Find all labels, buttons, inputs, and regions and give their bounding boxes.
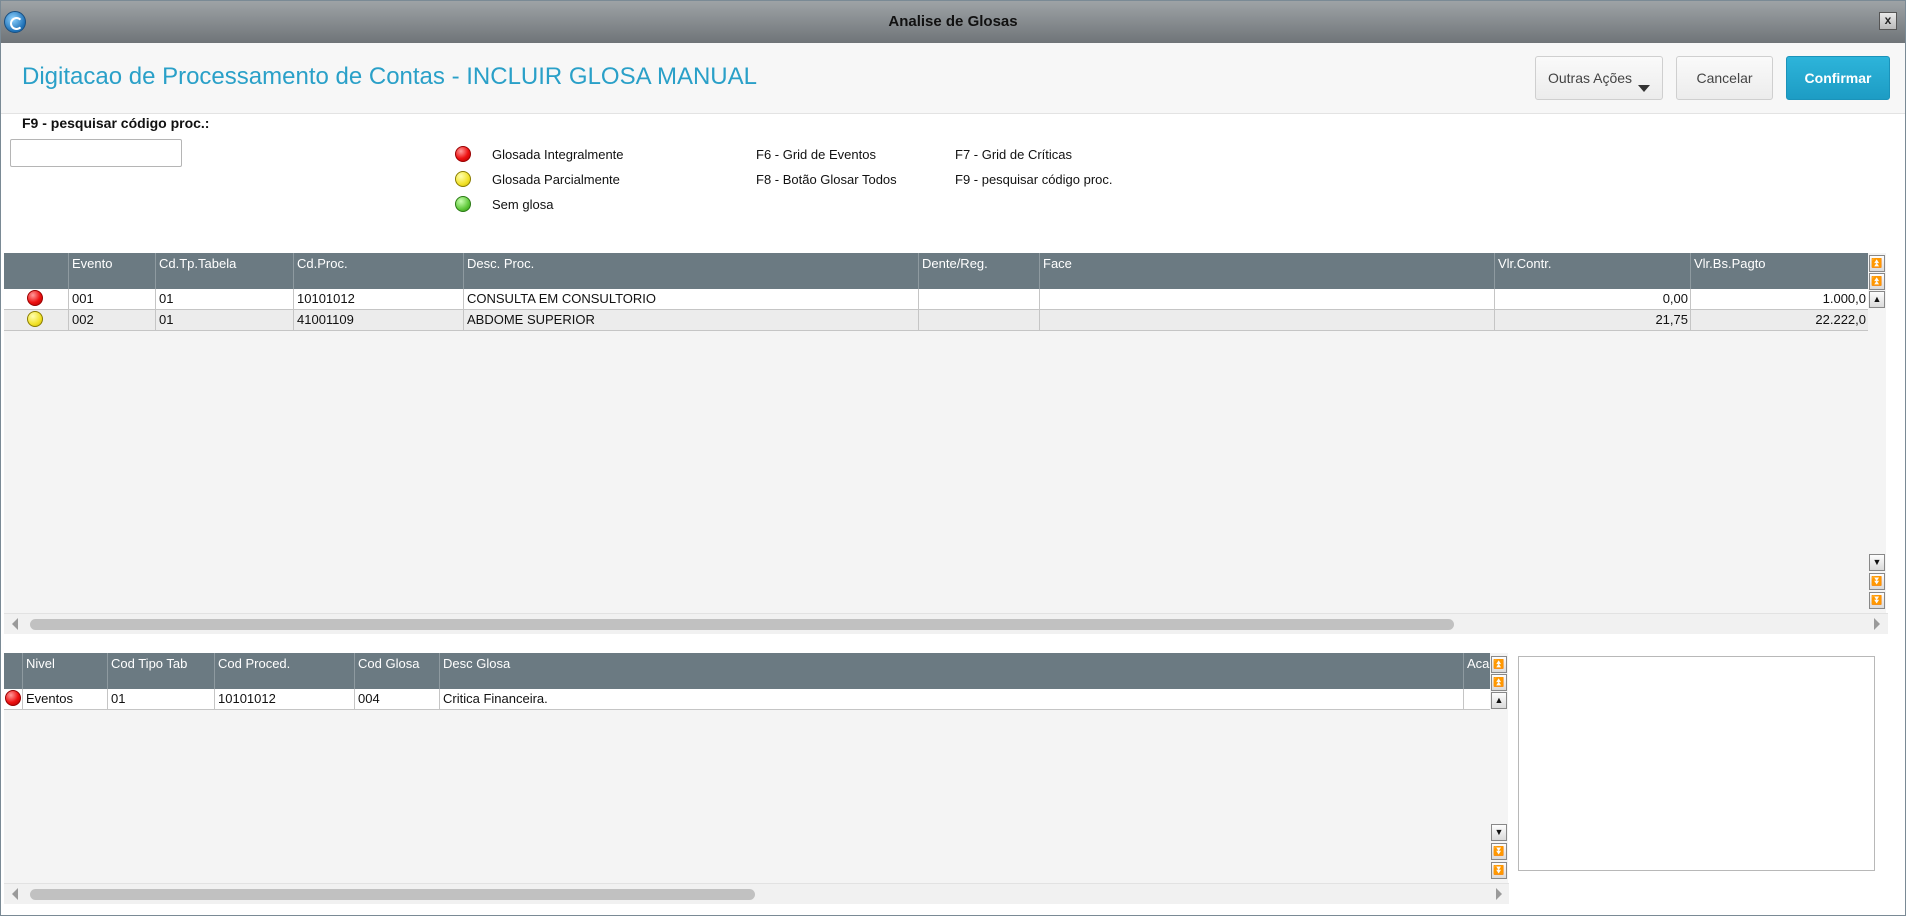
- cell-desc-proc: ABDOME SUPERIOR: [463, 310, 918, 330]
- events-grid[interactable]: Evento Cd.Tp.Tabela Cd.Proc. Desc. Proc.…: [4, 253, 1868, 613]
- scroll-right-icon[interactable]: [1874, 618, 1880, 630]
- search-label: F9 - pesquisar código proc.:: [22, 115, 210, 131]
- cell-cd-tp-tabela: 01: [155, 310, 293, 330]
- cell-dente-reg: [918, 289, 1039, 309]
- glosas-grid[interactable]: Nivel Cod Tipo Tab Cod Proced. Cod Glosa…: [4, 653, 1490, 883]
- scroll-thumb[interactable]: [30, 889, 755, 900]
- table-row[interactable]: Eventos 01 10101012 004 Critica Financei…: [4, 689, 1490, 710]
- scroll-last-icon[interactable]: ⏬: [1491, 862, 1507, 879]
- green-status-icon: [455, 196, 471, 212]
- cell-evento: 002: [68, 310, 155, 330]
- glosas-grid-header: Nivel Cod Tipo Tab Cod Proced. Cod Glosa…: [4, 653, 1490, 689]
- cell-vlr-contr: 21,75: [1494, 310, 1690, 330]
- col-desc-proc[interactable]: Desc. Proc.: [463, 253, 918, 289]
- page-header: Digitacao de Processamento de Contas - I…: [1, 43, 1905, 114]
- cell-vlr-bs-pagto: 1.000,0: [1690, 289, 1868, 309]
- yellow-status-icon: [27, 311, 43, 327]
- status-cell: [4, 310, 68, 330]
- col-dente-reg[interactable]: Dente/Reg.: [918, 253, 1039, 289]
- shortcut-f9: F9 - pesquisar código proc.: [955, 172, 1113, 187]
- cell-cod-proced: 10101012: [214, 689, 354, 709]
- outras-acoes-button[interactable]: Outras Ações: [1535, 56, 1663, 100]
- chevron-down-icon: [1638, 85, 1650, 92]
- cell-evento: 001: [68, 289, 155, 309]
- col-vlr-contr[interactable]: Vlr.Contr.: [1494, 253, 1690, 289]
- cell-cd-tp-tabela: 01: [155, 289, 293, 309]
- search-input[interactable]: [10, 139, 182, 167]
- title-bar: Analise de Glosas x: [1, 1, 1905, 43]
- red-status-icon: [27, 290, 43, 306]
- events-vertical-scrollbar[interactable]: ⏫ ⏫ ▲ ▼ ⏬ ⏬: [1868, 253, 1886, 613]
- outras-acoes-label: Outras Ações: [1547, 70, 1633, 86]
- scroll-up-icon[interactable]: ▲: [1869, 291, 1885, 308]
- scroll-down-icon[interactable]: ▼: [1869, 554, 1885, 571]
- glosa-detail-memo[interactable]: [1518, 656, 1875, 871]
- col-vlr-bs-pagto[interactable]: Vlr.Bs.Pagto: [1690, 253, 1868, 289]
- shortcut-f8: F8 - Botão Glosar Todos: [756, 172, 897, 187]
- cell-desc-proc: CONSULTA EM CONSULTORIO: [463, 289, 918, 309]
- scroll-page-down-icon[interactable]: ⏬: [1869, 573, 1885, 590]
- confirm-button[interactable]: Confirmar: [1786, 56, 1890, 100]
- scroll-last-icon[interactable]: ⏬: [1869, 592, 1885, 609]
- events-grid-header: Evento Cd.Tp.Tabela Cd.Proc. Desc. Proc.…: [4, 253, 1868, 289]
- yellow-status-icon: [455, 171, 471, 187]
- scroll-page-up-icon[interactable]: ⏫: [1869, 273, 1885, 290]
- col-acao[interactable]: Aca: [1463, 653, 1490, 689]
- col-cod-tipo-tab[interactable]: Cod Tipo Tab: [107, 653, 214, 689]
- col-desc-glosa[interactable]: Desc Glosa: [439, 653, 1463, 689]
- red-status-icon: [5, 690, 21, 706]
- cell-cd-proc: 41001109: [293, 310, 463, 330]
- table-row[interactable]: 001 01 10101012 CONSULTA EM CONSULTORIO …: [4, 289, 1868, 310]
- col-cd-proc[interactable]: Cd.Proc.: [293, 253, 463, 289]
- scroll-page-down-icon[interactable]: ⏬: [1491, 843, 1507, 860]
- col-status[interactable]: [4, 653, 22, 689]
- scroll-thumb[interactable]: [30, 619, 1454, 630]
- cell-dente-reg: [918, 310, 1039, 330]
- col-status[interactable]: [4, 253, 68, 289]
- cell-face: [1039, 310, 1494, 330]
- legend-glosada-parcialmente: Glosada Parcialmente: [492, 172, 620, 187]
- scroll-page-up-icon[interactable]: ⏫: [1491, 674, 1507, 691]
- events-horizontal-scrollbar[interactable]: [4, 613, 1888, 634]
- legend-glosada-integralmente: Glosada Integralmente: [492, 147, 624, 162]
- legend-sem-glosa: Sem glosa: [492, 197, 554, 212]
- col-evento[interactable]: Evento: [68, 253, 155, 289]
- red-status-icon: [455, 146, 471, 162]
- scroll-first-icon[interactable]: ⏫: [1869, 255, 1885, 272]
- cell-nivel: Eventos: [22, 689, 107, 709]
- col-face[interactable]: Face: [1039, 253, 1494, 289]
- cell-face: [1039, 289, 1494, 309]
- window-title: Analise de Glosas: [888, 13, 1018, 30]
- cell-acao: [1463, 689, 1490, 709]
- close-icon[interactable]: x: [1879, 12, 1897, 30]
- scroll-up-icon[interactable]: ▲: [1491, 692, 1507, 709]
- cell-cd-proc: 10101012: [293, 289, 463, 309]
- col-cod-proced[interactable]: Cod Proced.: [214, 653, 354, 689]
- page-title: Digitacao de Processamento de Contas - I…: [22, 63, 757, 90]
- scroll-left-icon[interactable]: [12, 888, 18, 900]
- cell-desc-glosa: Critica Financeira.: [439, 689, 1463, 709]
- col-cod-glosa[interactable]: Cod Glosa: [354, 653, 439, 689]
- status-cell: [4, 689, 22, 709]
- cell-vlr-bs-pagto: 22.222,0: [1690, 310, 1868, 330]
- col-nivel[interactable]: Nivel: [22, 653, 107, 689]
- cancel-button[interactable]: Cancelar: [1676, 56, 1773, 100]
- glosas-horizontal-scrollbar[interactable]: [4, 883, 1509, 904]
- scroll-left-icon[interactable]: [12, 618, 18, 630]
- shortcut-f7: F7 - Grid de Críticas: [955, 147, 1073, 162]
- cell-vlr-contr: 0,00: [1494, 289, 1690, 309]
- dialog-window: Analise de Glosas x Digitacao de Process…: [0, 0, 1906, 916]
- glosas-vertical-scrollbar[interactable]: ⏫ ⏫ ▲ ▼ ⏬ ⏬: [1490, 653, 1508, 883]
- shortcut-f6: F6 - Grid de Eventos: [756, 147, 876, 162]
- scroll-first-icon[interactable]: ⏫: [1491, 656, 1507, 673]
- cell-cod-glosa: 004: [354, 689, 439, 709]
- scroll-down-icon[interactable]: ▼: [1491, 824, 1507, 841]
- scroll-right-icon[interactable]: [1496, 888, 1502, 900]
- table-row[interactable]: 002 01 41001109 ABDOME SUPERIOR 21,75 22…: [4, 310, 1868, 331]
- status-cell: [4, 289, 68, 309]
- cell-cod-tipo-tab: 01: [107, 689, 214, 709]
- col-cd-tp-tabela[interactable]: Cd.Tp.Tabela: [155, 253, 293, 289]
